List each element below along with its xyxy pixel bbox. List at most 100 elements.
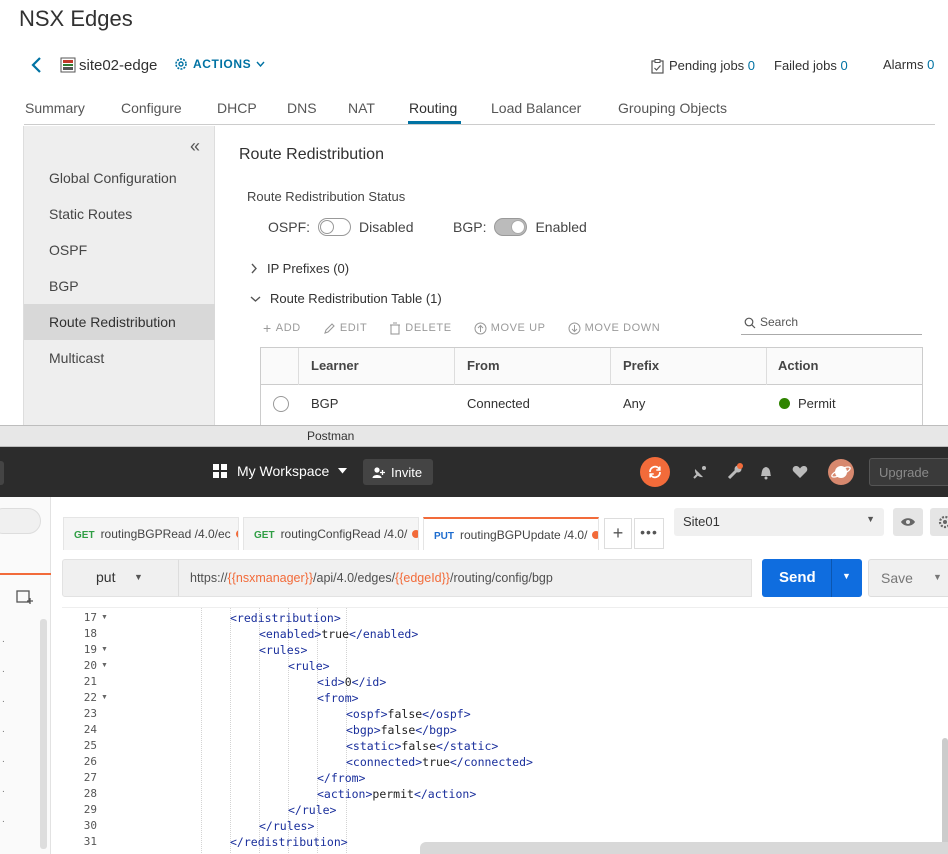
fold-toggle-icon[interactable]: ▼ [101,646,108,653]
save-label: Save [881,570,913,586]
move-up-button[interactable]: MOVE UP [474,320,546,336]
environment-settings-button[interactable] [930,508,948,536]
xml-tag: <ospf> [346,707,388,721]
line-number: 30 [83,819,97,832]
delete-label: DELETE [405,322,452,334]
grid-icon [213,464,227,478]
tab-summary[interactable]: Summary [25,100,85,116]
tab-dns[interactable]: DNS [287,100,317,116]
fold-toggle-icon[interactable]: ▼ [101,614,108,621]
request-tab-1-method: GET [74,530,95,541]
line-number-gutter: 17 ▼ 18 19 ▼ 20 ▼ 21 22 ▼ 23 24 25 26 27 28 29 30 31 [62,608,112,854]
postman-sidebar: . . . . . . . [0,497,51,854]
back-chevron-icon[interactable] [28,55,46,75]
line-number: 24 [83,723,97,736]
permit-status-dot [779,398,790,409]
postman-header: My Workspace Invite Upgrade [0,447,948,497]
request-tab-3[interactable]: PUT routingBGPUpdate /4.0/ [423,517,599,550]
unsaved-dot [412,530,418,538]
sidebar-item-ospf[interactable]: OSPF [24,232,215,268]
actions-menu[interactable]: ACTIONS [174,57,265,71]
ip-prefixes-section[interactable]: IP Prefixes (0) [250,261,349,276]
save-options-caret-icon[interactable]: ▼ [933,572,942,582]
url-var-nsxmanager: {{nsxmanager}} [227,571,314,585]
gear-icon [175,58,187,70]
tab-load-balancer[interactable]: Load Balancer [491,100,581,116]
tab-routing[interactable]: Routing [409,100,457,116]
column-prefix[interactable]: Prefix [623,358,659,373]
delete-button[interactable]: DELETE [389,320,451,336]
invite-button[interactable]: Invite [363,459,433,485]
new-collection-icon[interactable] [16,589,34,605]
tab-nat[interactable]: NAT [348,100,375,116]
upgrade-button[interactable]: Upgrade [869,458,948,486]
sidebar-item-route-redistribution[interactable]: Route Redistribution [24,304,215,340]
avatar[interactable] [828,459,854,485]
fold-toggle-icon[interactable]: ▼ [101,662,108,669]
pending-jobs-count: 0 [747,58,756,73]
xml-tag: </connected> [449,755,533,769]
line-number: 18 [83,627,97,640]
http-method-select[interactable]: put ▼ [62,559,179,597]
request-tab-1[interactable]: GET routingBGPRead /4.0/ec [63,517,239,550]
environment-select[interactable]: Site01 ▼ [674,508,884,536]
search-input[interactable]: Search [741,313,922,335]
postman-titlebar[interactable]: Postman [0,425,948,447]
pending-jobs[interactable]: Pending jobs 0 [669,58,755,73]
sidebar-item-static-routes[interactable]: Static Routes [24,196,215,232]
column-from[interactable]: From [467,358,500,373]
sidebar-item-global-configuration[interactable]: Global Configuration [24,160,215,196]
sync-button[interactable] [640,457,670,487]
page-title: NSX Edges [19,6,133,31]
row-select-radio[interactable] [273,396,289,412]
failed-jobs-count: 0 [840,58,848,73]
cell-prefix: Any [623,396,646,411]
url-input[interactable]: https://{{nsxmanager}}/api/4.0/edges/{{e… [178,559,752,597]
column-learner[interactable]: Learner [311,358,359,373]
chevron-down-icon [250,295,261,302]
tab-configure[interactable]: Configure [121,100,182,116]
sidebar-scrollbar[interactable] [40,619,47,849]
column-action[interactable]: Action [778,358,818,373]
ospf-toggle[interactable] [318,218,352,236]
workspace-switcher[interactable]: My Workspace [212,463,348,479]
table-header: Learner From Prefix Action [261,348,922,385]
heart-icon[interactable] [791,463,809,481]
environment-quick-look-button[interactable] [893,508,923,536]
tab-dhcp[interactable]: DHCP [217,100,257,116]
wrench-icon[interactable] [726,463,744,481]
collapse-sidebar-icon[interactable]: « [190,136,200,157]
editor-scrollbar[interactable] [942,738,948,854]
code-line: <rule> [288,659,330,673]
sidebar-item-bgp[interactable]: BGP [24,268,215,304]
add-button[interactable]: + ADD [263,320,301,336]
request-body-editor[interactable]: 17 ▼ 18 19 ▼ 20 ▼ 21 22 ▼ 23 24 25 26 27 28 29 30 31 <redi… [62,607,948,854]
more-tabs-button[interactable]: ••• [634,518,664,549]
move-down-button[interactable]: MOVE DOWN [568,320,661,336]
bgp-toggle[interactable] [494,218,528,236]
new-tab-button[interactable]: + [604,518,632,549]
xml-tag: </rules> [259,819,315,833]
request-tab-2[interactable]: GET routingConfigRead /4.0/ [243,517,419,550]
satellite-icon[interactable] [691,463,709,481]
fold-toggle-icon[interactable]: ▼ [101,694,108,701]
bell-icon[interactable] [757,463,775,481]
xml-value: permit [372,787,414,801]
send-button[interactable]: Send ▼ [762,559,862,597]
sidebar-item-multicast[interactable]: Multicast [24,340,215,376]
environment-value: Site01 [683,514,720,529]
tab-grouping-objects[interactable]: Grouping Objects [618,100,727,116]
alarms[interactable]: Alarms 0 [883,57,934,72]
code-line: <ospf>false</ospf> [346,707,471,721]
sidebar-search[interactable] [0,508,41,534]
header-left-stub [0,461,4,485]
save-button[interactable]: Save ▼ [868,559,948,597]
xml-tag: <static> [346,739,402,753]
edge-icon [60,57,76,73]
send-options-caret-icon[interactable]: ▼ [842,571,851,581]
unsaved-dot [235,530,238,538]
redistribution-table-section[interactable]: Route Redistribution Table (1) [250,291,442,306]
alarms-count: 0 [927,57,935,72]
edit-button[interactable]: EDIT [323,320,367,336]
failed-jobs[interactable]: Failed jobs 0 [774,58,848,73]
